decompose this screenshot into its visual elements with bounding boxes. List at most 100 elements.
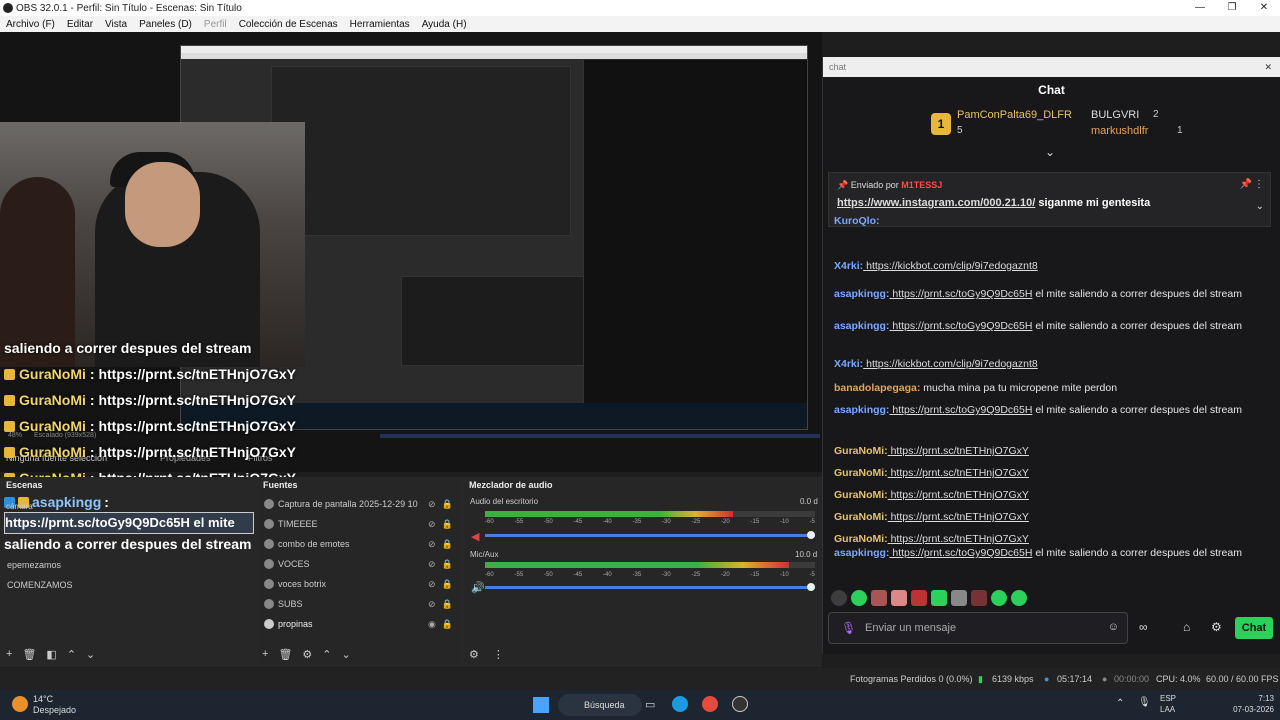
volume-slider[interactable] xyxy=(485,531,815,539)
menu-paneles[interactable]: Paneles (D) xyxy=(139,19,192,30)
visibility-off-icon[interactable]: ⊘ xyxy=(428,579,436,590)
lock-icon[interactable]: 🔒 xyxy=(442,579,453,590)
emote-icon[interactable] xyxy=(871,590,887,606)
visibility-off-icon[interactable]: ⊘ xyxy=(428,559,436,570)
lock-icon[interactable]: 🔒 xyxy=(442,599,453,610)
move-up-icon[interactable]: ⌃ xyxy=(67,648,76,661)
chat-username[interactable]: GuraNoMi: xyxy=(834,511,888,523)
menu-herramientas[interactable]: Herramientas xyxy=(350,19,410,30)
windows-start-icon[interactable] xyxy=(533,697,549,713)
menu-vista[interactable]: Vista xyxy=(105,19,127,30)
lock-icon[interactable]: 🔒 xyxy=(442,519,453,530)
speaker-icon[interactable]: 🔊 xyxy=(471,581,485,594)
chat-send-button[interactable]: Chat xyxy=(1235,617,1273,639)
scene-item[interactable]: cámara xyxy=(6,502,33,511)
pinned-link[interactable]: https://www.instagram.com/000.21.10/ xyxy=(837,197,1035,209)
emoji-icon[interactable]: ☺ xyxy=(1108,621,1119,633)
chat-username[interactable]: asapkingg: xyxy=(834,288,889,300)
chat-link[interactable]: https://prnt.sc/toGy9Q9Dc65H xyxy=(892,320,1032,332)
menu-archivo[interactable]: Archivo (F) xyxy=(6,19,55,30)
volume-knob[interactable] xyxy=(807,583,815,591)
source-item[interactable]: propinas ◉ 🔒 xyxy=(258,614,458,634)
volume-knob[interactable] xyxy=(807,531,815,539)
chat-link[interactable]: https://prnt.sc/tnETHnjO7GxY xyxy=(891,511,1029,523)
close-icon[interactable]: ✕ xyxy=(1264,57,1272,77)
emote-icon[interactable] xyxy=(951,590,967,606)
move-down-icon[interactable]: ⌄ xyxy=(342,648,351,661)
chat-link[interactable]: https://prnt.sc/tnETHnjO7GxY xyxy=(891,467,1029,479)
chat-username[interactable]: asapkingg: xyxy=(834,404,889,416)
link-icon[interactable]: ∞ xyxy=(1139,620,1148,634)
chat-username[interactable]: asapkingg: xyxy=(834,320,889,332)
unpin-icon[interactable]: 📌 xyxy=(1240,179,1252,190)
chrome-icon[interactable] xyxy=(702,696,718,712)
mic-tray-icon[interactable]: 🎙 xyxy=(1138,697,1151,708)
move-up-icon[interactable]: ⌃ xyxy=(322,648,331,661)
lock-icon[interactable]: 🔒 xyxy=(442,499,453,510)
menu-coleccion[interactable]: Colección de Escenas xyxy=(239,19,338,30)
chat-input[interactable]: 🎙 Enviar un mensaje ☺ xyxy=(828,612,1128,644)
add-scene-icon[interactable]: + xyxy=(6,648,12,661)
chat-link[interactable]: https://prnt.sc/toGy9Q9Dc65H xyxy=(892,547,1032,559)
volume-slider[interactable] xyxy=(485,583,815,591)
lock-icon[interactable]: 🔒 xyxy=(442,559,453,570)
chat-link[interactable]: https://prnt.sc/tnETHnjO7GxY xyxy=(891,489,1029,501)
edge-icon[interactable] xyxy=(672,696,688,712)
language-code[interactable]: ESP xyxy=(1160,694,1176,703)
add-source-icon[interactable]: + xyxy=(262,648,268,661)
chat-link[interactable]: https://prnt.sc/tnETHnjO7GxY xyxy=(891,533,1029,545)
mute-icon[interactable]: ◀ xyxy=(471,530,479,543)
source-item[interactable]: TIMEEEE ⊘ 🔒 xyxy=(258,514,458,534)
maximize-icon[interactable]: ❐ xyxy=(1216,0,1248,16)
move-down-icon[interactable]: ⌄ xyxy=(86,648,95,661)
chat-link[interactable]: https://prnt.sc/tnETHnjO7GxY xyxy=(891,445,1029,457)
collapse-icon[interactable]: ⌄ xyxy=(1045,145,1055,159)
emote-icon[interactable] xyxy=(991,590,1007,606)
scene-item[interactable]: epemezamos xyxy=(7,560,61,570)
chat-link[interactable]: https://prnt.sc/toGy9Q9Dc65H xyxy=(892,404,1032,416)
emote-icon[interactable] xyxy=(1011,590,1027,606)
emote-icon[interactable] xyxy=(911,590,927,606)
more-icon[interactable]: ⋮ xyxy=(1254,179,1264,190)
visibility-on-icon[interactable]: ◉ xyxy=(428,619,436,630)
chat-username[interactable]: GuraNoMi: xyxy=(834,489,888,501)
selected-scene-camara[interactable]: https://prnt.sc/toGy9Q9Dc65H el mite xyxy=(4,512,254,534)
emote-icon[interactable] xyxy=(931,590,947,606)
source-item[interactable]: combo de emotes ⊘ 🔒 xyxy=(258,534,458,554)
chat-username[interactable]: banadolapegaga: xyxy=(834,382,920,394)
store-icon[interactable]: ⌂ xyxy=(1183,620,1190,634)
menu-editar[interactable]: Editar xyxy=(67,19,93,30)
close-icon[interactable]: ✕ xyxy=(1248,0,1280,16)
chat-username[interactable]: GuraNoMi: xyxy=(834,533,888,545)
visibility-off-icon[interactable]: ⊘ xyxy=(428,499,436,510)
visibility-off-icon[interactable]: ⊘ xyxy=(428,599,436,610)
clock-date[interactable]: 07-03-2026 xyxy=(1222,705,1274,714)
filter-scene-icon[interactable]: ◧ xyxy=(46,648,56,661)
preview-scrollbar[interactable] xyxy=(380,434,820,438)
chat-username[interactable]: X4rki: xyxy=(834,358,863,370)
chat-link[interactable]: https://kickbot.com/clip/9i7edogaznt8 xyxy=(866,358,1038,370)
menu-ayuda[interactable]: Ayuda (H) xyxy=(422,19,467,30)
language-layout[interactable]: LAA xyxy=(1160,705,1175,714)
menu-perfil[interactable]: Perfil xyxy=(204,19,227,30)
emote-icon[interactable] xyxy=(831,590,847,606)
visibility-off-icon[interactable]: ⊘ xyxy=(428,539,436,550)
chat-link[interactable]: https://prnt.sc/toGy9Q9Dc65H xyxy=(892,288,1032,300)
task-view-icon[interactable]: ▭ xyxy=(645,698,655,711)
source-item[interactable]: voces botrix ⊘ 🔒 xyxy=(258,574,458,594)
scene-item[interactable]: COMENZAMOS xyxy=(7,580,73,590)
visibility-off-icon[interactable]: ⊘ xyxy=(428,519,436,530)
chat-username[interactable]: KuroQlo: xyxy=(834,215,880,227)
settings-icon[interactable]: ⚙ xyxy=(1211,620,1222,634)
source-item[interactable]: Captura de pantalla 2025-12-29 10 ⊘ 🔒 xyxy=(258,494,458,514)
minimize-icon[interactable]: — xyxy=(1184,0,1216,16)
obs-taskbar-icon[interactable] xyxy=(732,696,748,712)
emote-icon[interactable] xyxy=(891,590,907,606)
source-item[interactable]: SUBS ⊘ 🔒 xyxy=(258,594,458,614)
clock-time[interactable]: 7:13 xyxy=(1222,694,1274,703)
source-item[interactable]: VOCES ⊘ 🔒 xyxy=(258,554,458,574)
chat-username[interactable]: GuraNoMi: xyxy=(834,445,888,457)
chat-username[interactable]: X4rki: xyxy=(834,260,863,272)
lock-icon[interactable]: 🔒 xyxy=(442,619,453,630)
expand-icon[interactable]: ⌄ xyxy=(1256,201,1264,212)
